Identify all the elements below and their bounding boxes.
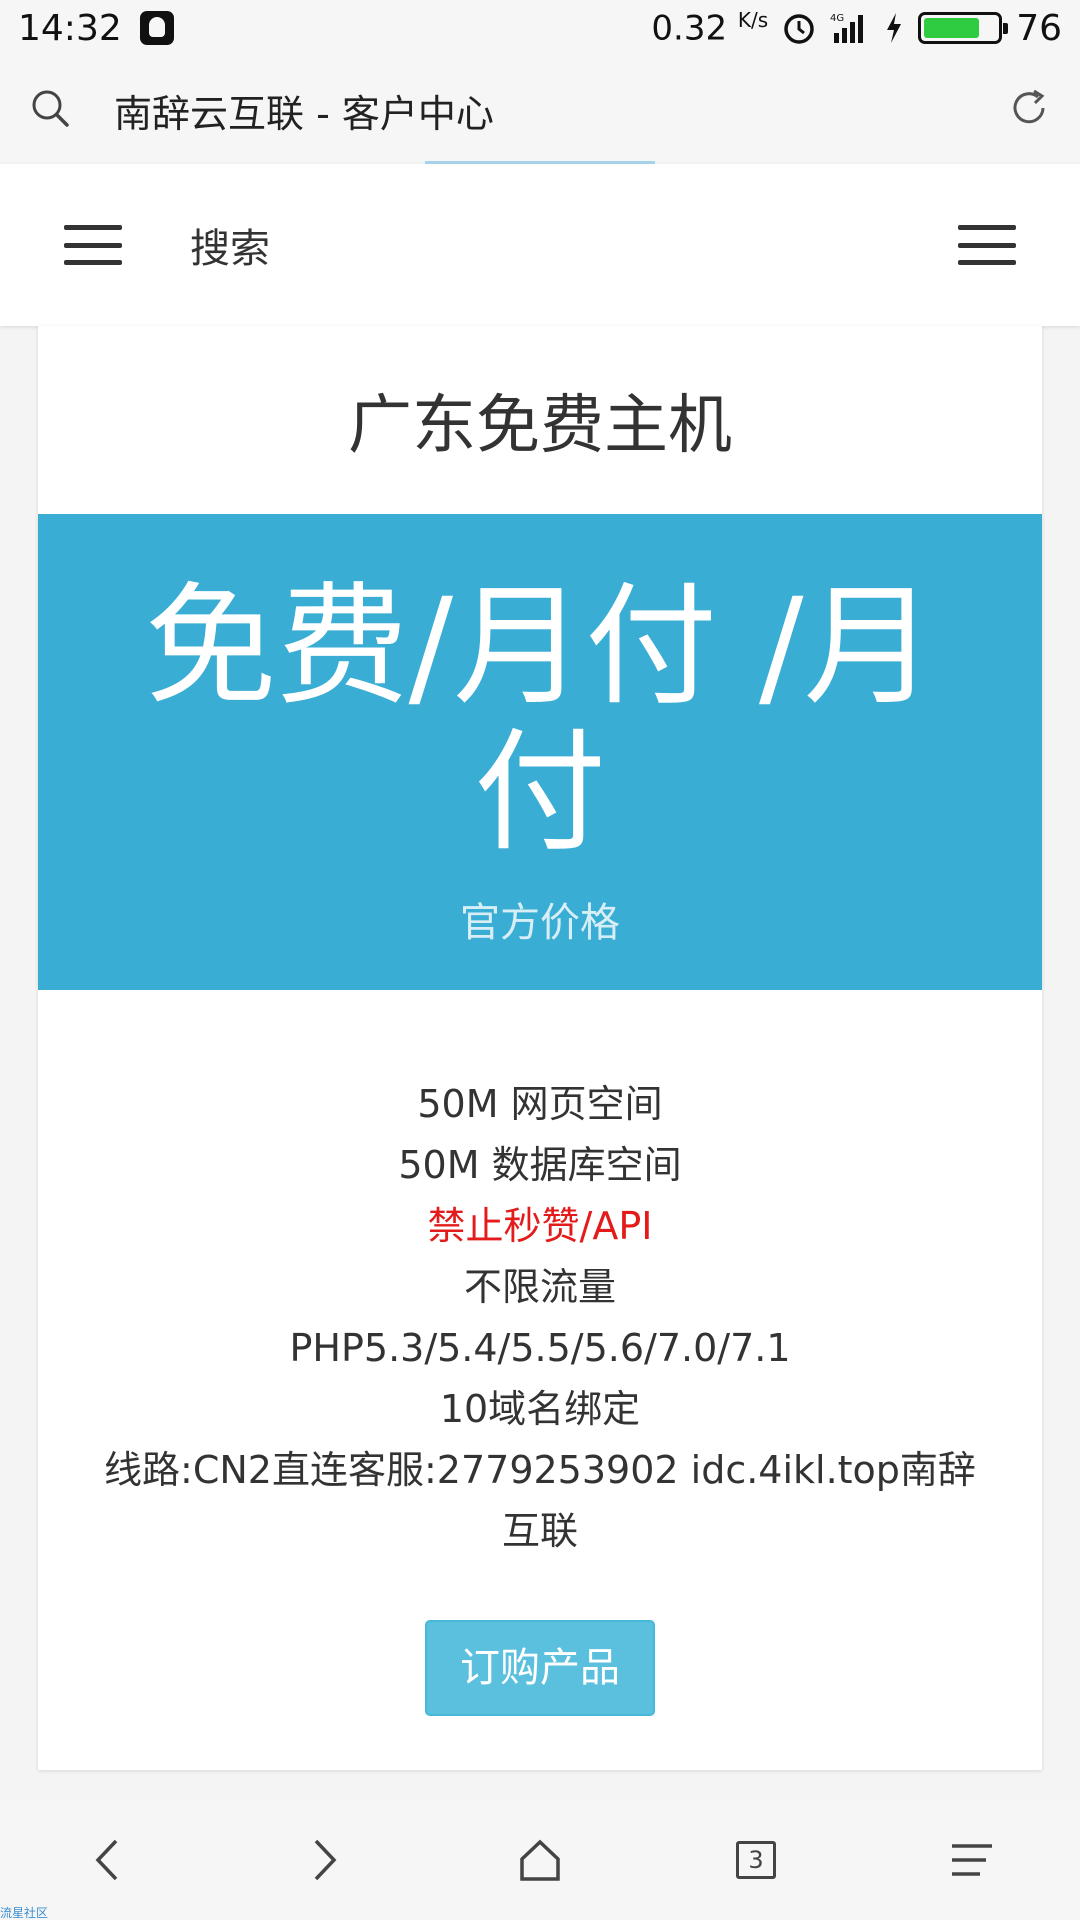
feature-item: 10域名绑定 (439, 1387, 641, 1431)
product-card: 广东免费主机 免费/月付 /月付 官方价格 50M 网页空间 50M 数据库空间… (38, 326, 1042, 1770)
site-search-link[interactable]: 搜索 (190, 216, 270, 274)
battery-fill (924, 18, 979, 38)
order-wrap: 订购产品 (38, 1620, 1042, 1716)
price-note: 官方价格 (460, 900, 620, 946)
site-header: 搜索 (0, 164, 1080, 326)
forward-icon[interactable] (284, 1820, 364, 1900)
price-box: 免费/月付 /月付 官方价格 (38, 514, 1042, 990)
browser-url-bar[interactable]: 南辞云互联 - 客户中心 (0, 56, 1080, 164)
tabs-button[interactable]: 3 (716, 1820, 796, 1900)
watermark: 流星社区 (0, 1906, 49, 1920)
status-bar: 14:32 0.32 K/s 4G 76 (0, 0, 1080, 56)
search-icon[interactable] (30, 88, 70, 132)
left-menu-icon[interactable] (64, 225, 122, 265)
status-right-group: 0.32 K/s 4G 76 (651, 8, 1062, 49)
feature-item: PHP5.3/5.4/5.5/5.6/7.0/7.1 (289, 1326, 791, 1370)
menu-icon[interactable] (932, 1820, 1012, 1900)
network-type-label: 4G (830, 13, 844, 24)
order-button[interactable]: 订购产品 (425, 1620, 655, 1716)
plan-title: 广东免费主机 (348, 389, 732, 463)
feature-item: 50M 网页空间 (417, 1082, 663, 1126)
feature-item-warning: 禁止秒赞/API (427, 1204, 653, 1248)
browser-bottom-nav: 3 (0, 1800, 1080, 1920)
right-menu-icon[interactable] (958, 225, 1016, 265)
network-speed: 0.32 K/s (651, 8, 768, 48)
page-title[interactable]: 南辞云互联 - 客户中心 (114, 83, 494, 138)
status-time: 14:32 (18, 7, 122, 49)
charging-icon (884, 11, 904, 45)
qq-notification-icon (139, 11, 174, 45)
network-speed-value: 0.32 (651, 8, 728, 49)
back-icon[interactable] (68, 1820, 148, 1900)
reload-icon[interactable] (1008, 87, 1050, 133)
feature-item: 线路:CN2直连客服:2779253902 idc.4ikl.top南辞互联 (104, 1448, 976, 1553)
alarm-icon (782, 11, 816, 45)
battery-icon (918, 12, 1009, 44)
battery-percent: 76 (1016, 7, 1062, 49)
signal-4g-icon: 4G (830, 11, 870, 45)
feature-item: 50M 数据库空间 (398, 1143, 682, 1187)
feature-list: 50M 网页空间 50M 数据库空间 禁止秒赞/API 不限流量 PHP5.3/… (38, 990, 1042, 1562)
home-icon[interactable] (500, 1820, 580, 1900)
network-speed-unit: K/s (737, 7, 769, 32)
tab-count[interactable]: 3 (736, 1841, 776, 1879)
plan-price: 免费/月付 /月付 (144, 570, 936, 870)
feature-item: 不限流量 (463, 1265, 616, 1309)
